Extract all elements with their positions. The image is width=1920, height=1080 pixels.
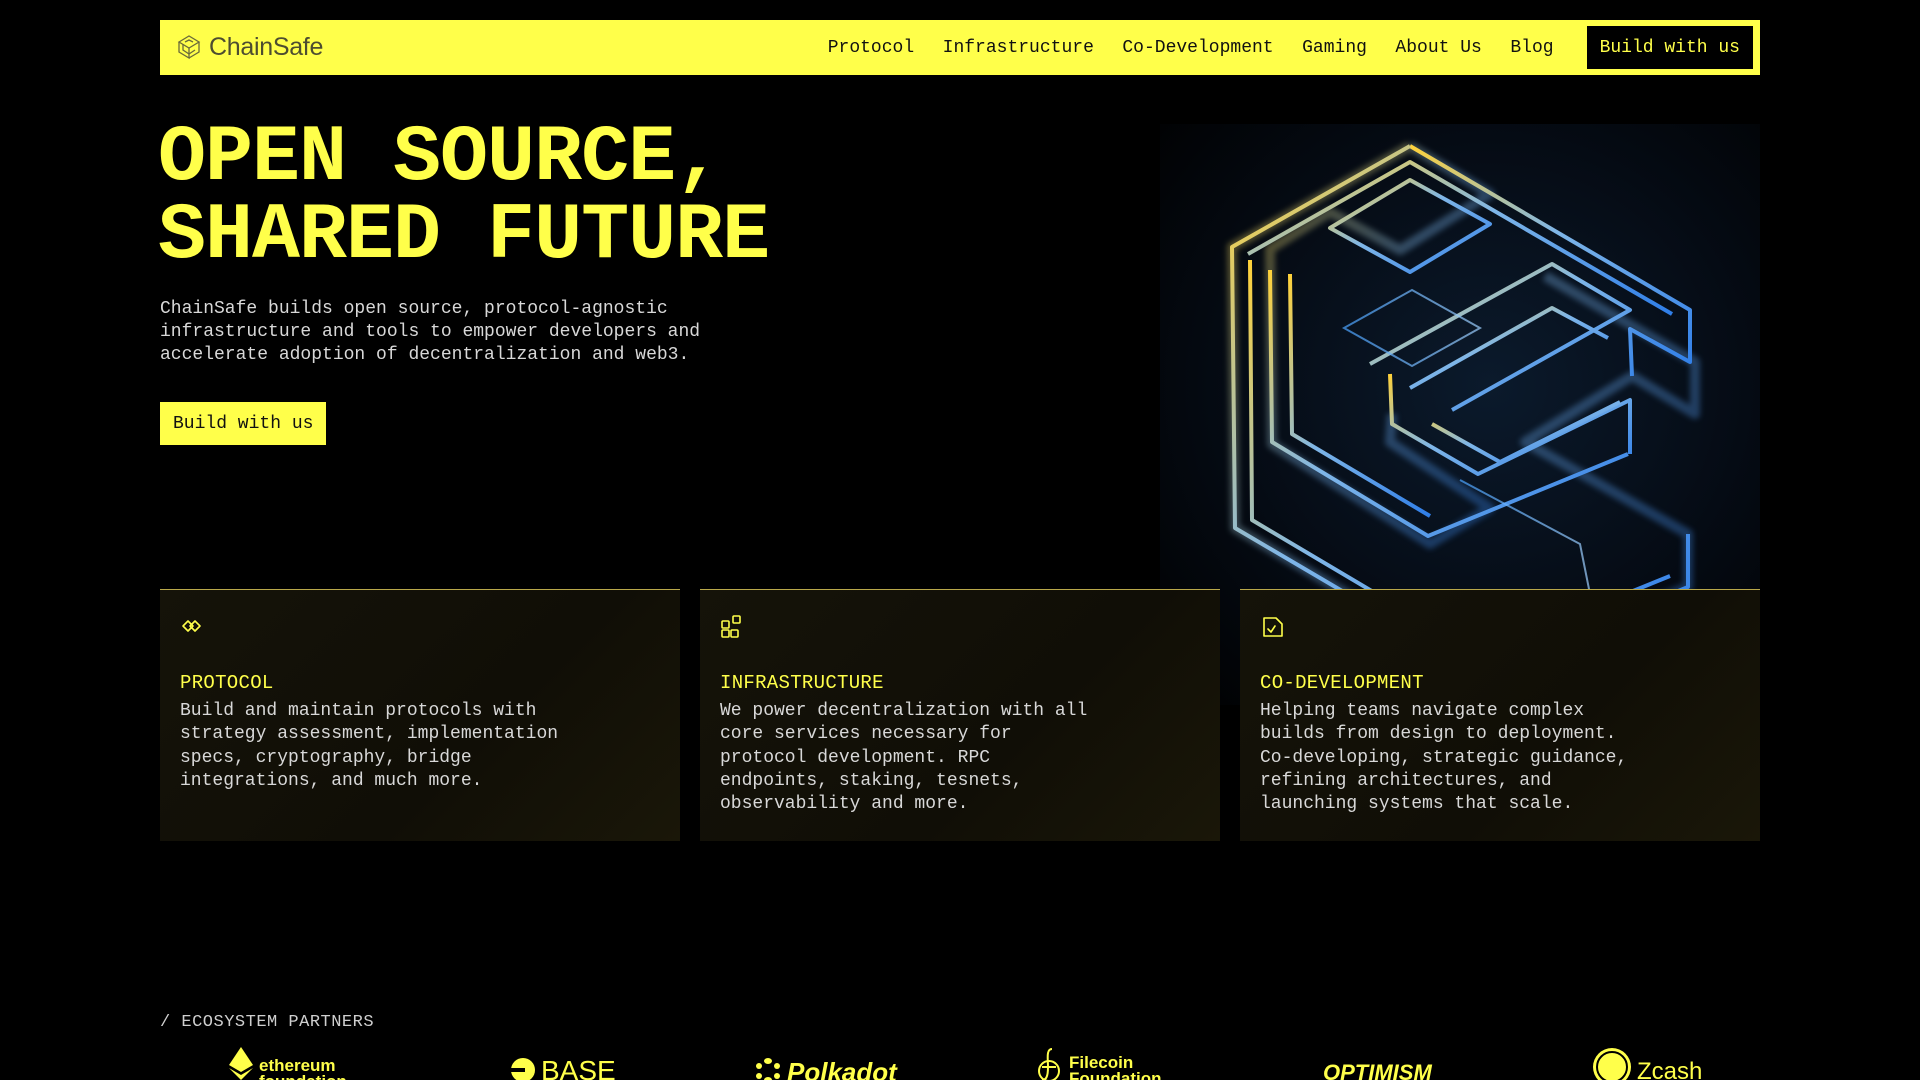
infrastructure-icon <box>720 614 744 640</box>
card-title: CO-DEVELOPMENT <box>1260 672 1424 694</box>
partner-optimism[interactable]: OPTIMISM <box>1323 1047 1432 1080</box>
base-logo-icon <box>511 1058 535 1080</box>
card-infrastructure[interactable]: INFRASTRUCTURE We power decentralization… <box>700 589 1220 841</box>
partner-base[interactable]: BASE <box>510 1047 616 1080</box>
partner-name: BASE <box>541 1055 616 1080</box>
nav-build-with-us-button[interactable]: Build with us <box>1586 26 1753 69</box>
zcash-logo-icon <box>1593 1048 1631 1080</box>
service-cards: PROTOCOL Build and maintain protocols wi… <box>160 589 1760 841</box>
co-development-icon <box>1260 614 1284 640</box>
partner-name: Polkadot <box>787 1057 897 1080</box>
partner-name: ethereum foundation <box>259 1056 347 1080</box>
hero-build-with-us-button[interactable]: Build with us <box>160 402 327 445</box>
card-description: We power decentralization with all core … <box>720 701 1088 815</box>
partner-name: Filecoin Foundation <box>1069 1053 1162 1080</box>
partner-name: Zcash <box>1637 1058 1703 1080</box>
filecoin-logo-icon <box>1038 1048 1060 1080</box>
top-navigation-bar: ChainSafe Protocol Infrastructure Co-Dev… <box>160 20 1760 75</box>
brand-name: ChainSafe <box>209 33 324 61</box>
card-protocol[interactable]: PROTOCOL Build and maintain protocols wi… <box>160 589 680 841</box>
chainsafe-logo-icon <box>177 34 201 59</box>
partner-polkadot[interactable]: Polkadot <box>754 1047 897 1080</box>
partner-ethereum-foundation[interactable]: ethereum foundation <box>228 1047 399 1080</box>
hero-subtitle: ChainSafe builds open source, protocol-a… <box>160 299 701 365</box>
nav-link-protocol[interactable]: Protocol <box>828 38 914 58</box>
card-description: Helping teams navigate complex builds fr… <box>1260 701 1628 815</box>
card-description: Build and maintain protocols with strate… <box>180 701 559 791</box>
partner-zcash[interactable]: Zcash <box>1592 1047 1702 1080</box>
card-title: PROTOCOL <box>180 672 274 694</box>
hero-title-line-2: SHARED FUTURE <box>158 191 770 282</box>
card-co-development[interactable]: CO-DEVELOPMENT Helping teams navigate co… <box>1240 589 1760 841</box>
brand-logo[interactable]: ChainSafe <box>175 33 323 62</box>
polkadot-logo-icon <box>756 1058 780 1080</box>
hero-title: OPEN SOURCE, SHARED FUTURE <box>158 113 770 282</box>
ethereum-logo-icon <box>229 1047 253 1080</box>
partner-name: OPTIMISM <box>1323 1060 1432 1080</box>
card-title: INFRASTRUCTURE <box>720 672 884 694</box>
nav-links: Protocol Infrastructure Co-Development G… <box>799 21 1753 74</box>
protocol-icon <box>180 614 204 640</box>
partners-section-label: / ECOSYSTEM PARTNERS <box>160 1013 375 1032</box>
nav-link-blog[interactable]: Blog <box>1510 38 1553 58</box>
partner-logos: ethereum foundation BASE Polkadot <box>160 1047 1760 1080</box>
nav-link-gaming[interactable]: Gaming <box>1302 38 1367 58</box>
nav-link-co-development[interactable]: Co-Development <box>1122 38 1273 58</box>
nav-link-about-us[interactable]: About Us <box>1395 38 1481 58</box>
partner-filecoin-foundation[interactable]: Filecoin Foundation <box>1036 1047 1179 1080</box>
hero-title-line-1: OPEN SOURCE, <box>158 113 723 204</box>
nav-link-infrastructure[interactable]: Infrastructure <box>943 38 1094 58</box>
